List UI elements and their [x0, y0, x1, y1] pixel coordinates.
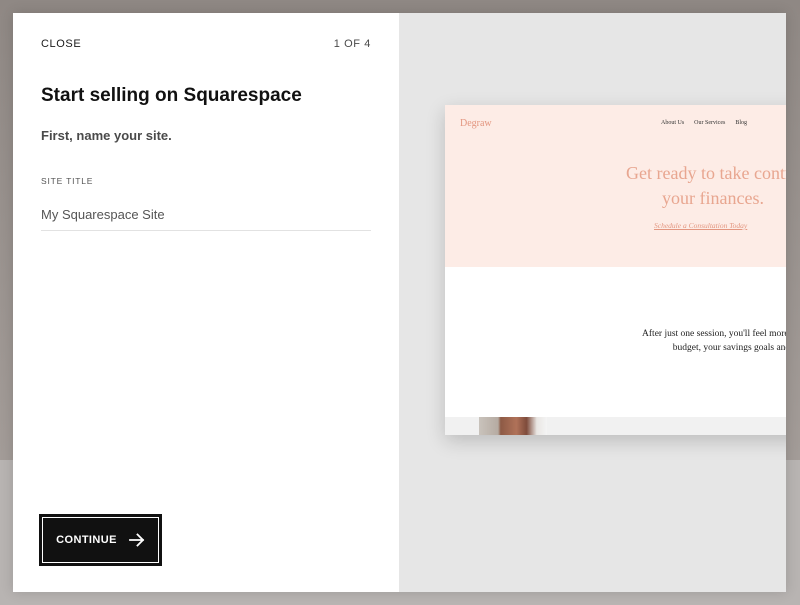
preview-headline-line: Get ready to take contro: [626, 163, 786, 183]
preview-headline: Get ready to take contro your finances.: [593, 161, 786, 211]
preview-body-line: After just one session, you'll feel more…: [642, 329, 786, 339]
preview-body-line: budget, your savings goals and your life: [672, 343, 786, 353]
site-preview: Degraw About Us Our Services Blog Get re…: [445, 105, 786, 435]
preview-hero: Degraw About Us Our Services Blog Get re…: [445, 105, 786, 267]
step-counter: 1 OF 4: [333, 38, 371, 50]
page-title: Start selling on Squarespace: [41, 85, 302, 106]
preview-logo: Degraw: [460, 118, 492, 129]
arrow-right-icon: [128, 533, 145, 547]
site-title-label: SITE TITLE: [41, 176, 94, 186]
preview-panel: Degraw About Us Our Services Blog Get re…: [399, 13, 786, 592]
preview-nav-item: About Us: [661, 120, 685, 126]
preview-headline-line: your finances.: [662, 188, 764, 208]
form-panel: CLOSE 1 OF 4 Start selling on Squarespac…: [13, 13, 399, 592]
onboarding-modal: CLOSE 1 OF 4 Start selling on Squarespac…: [13, 13, 786, 592]
preview-photo: [479, 417, 547, 435]
close-button[interactable]: CLOSE: [41, 38, 81, 50]
page-subtitle: First, name your site.: [41, 128, 172, 143]
preview-nav-item: Blog: [735, 120, 748, 126]
preview-nav-item: Our Services: [694, 120, 726, 126]
preview-cta-link: Schedule a Consultation Today: [654, 221, 748, 230]
continue-label: CONTINUE: [56, 534, 117, 546]
preview-body-text: After just one session, you'll feel more…: [585, 327, 786, 355]
site-title-input[interactable]: [41, 199, 371, 231]
preview-nav: About Us Our Services Blog: [661, 120, 747, 126]
continue-button[interactable]: CONTINUE: [39, 514, 162, 566]
